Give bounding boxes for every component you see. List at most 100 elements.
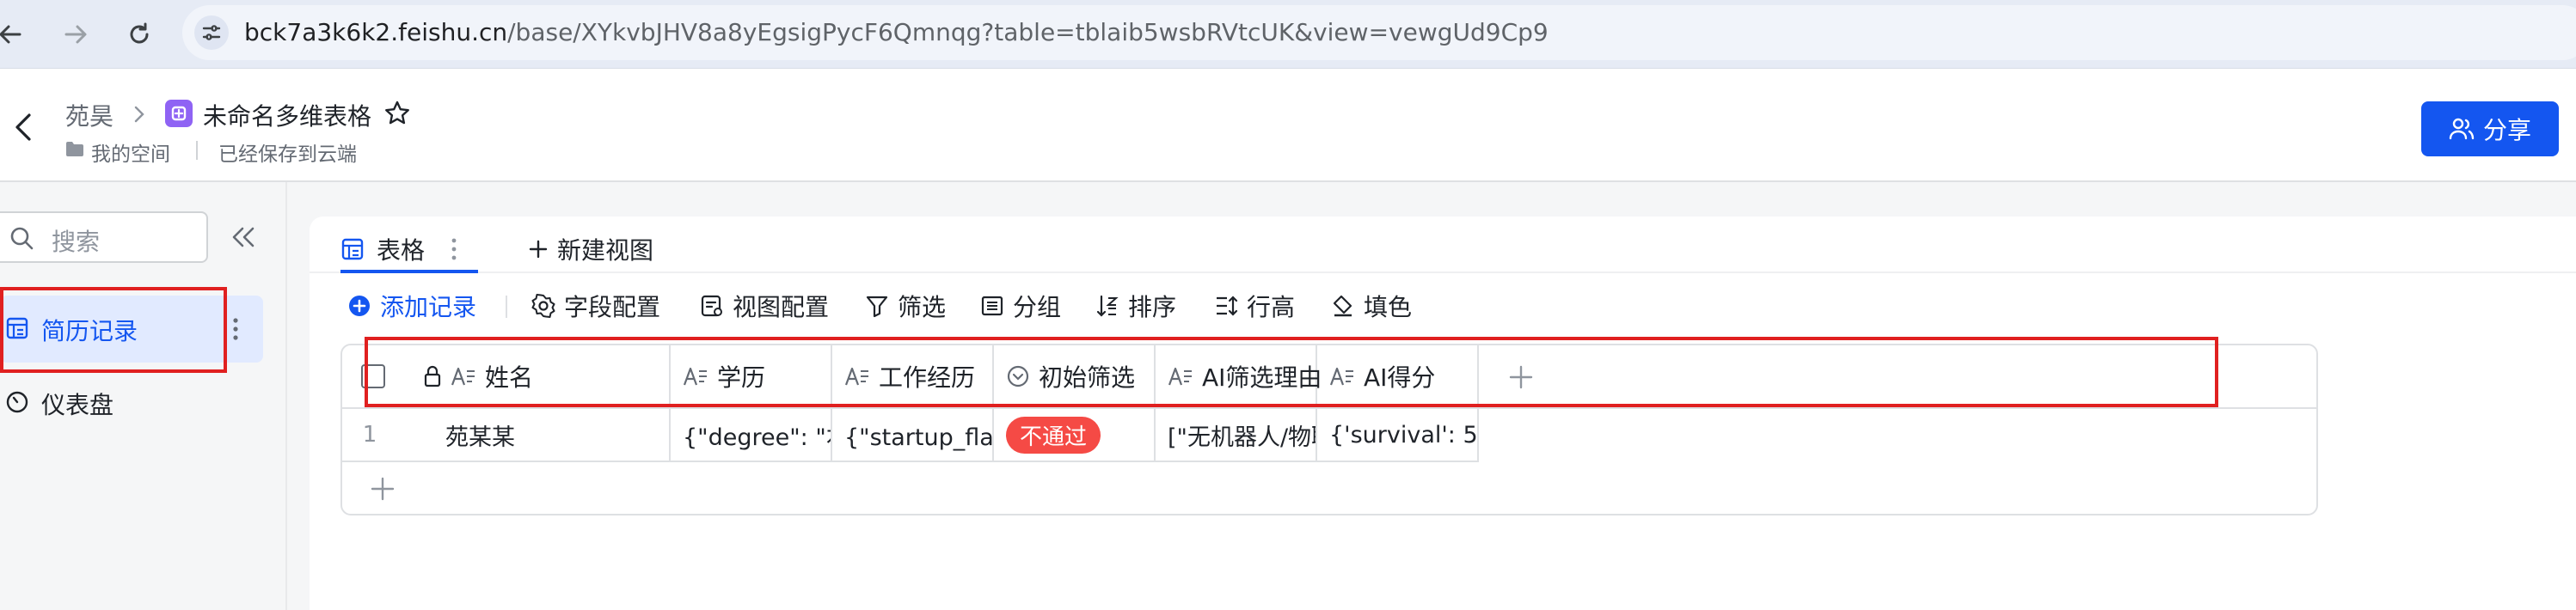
view-config-button[interactable]: 视图配置 xyxy=(700,289,829,323)
search-input[interactable]: 搜索 xyxy=(0,211,208,263)
breadcrumb-chevron-icon xyxy=(132,105,146,124)
text-field-icon xyxy=(844,366,870,387)
new-view-label: 新建视图 xyxy=(557,236,654,265)
divider xyxy=(196,141,198,160)
sort-label: 排序 xyxy=(1128,293,1177,321)
site-settings-icon[interactable] xyxy=(194,15,229,50)
reload-icon[interactable] xyxy=(120,15,158,53)
star-icon[interactable] xyxy=(383,100,411,127)
grid-view-icon xyxy=(340,237,365,261)
field-config-button[interactable]: 字段配置 xyxy=(531,289,660,323)
sidebar-item-resume[interactable]: 简历记录 xyxy=(0,296,263,363)
group-label: 分组 xyxy=(1013,293,1062,321)
doc-header: 苑昊 未命名多维表格 我的空间 已经保存到云端 分享 xyxy=(0,69,2576,182)
header-filler xyxy=(1479,345,2316,409)
doc-location[interactable]: 我的空间 xyxy=(91,137,170,167)
bitable-icon xyxy=(165,100,193,127)
select-all-checkbox[interactable] xyxy=(361,364,385,388)
save-status: 已经保存到云端 xyxy=(218,143,357,166)
add-row-icon[interactable] xyxy=(370,476,396,502)
more-options-icon[interactable] xyxy=(451,236,457,262)
plus-icon xyxy=(528,239,549,259)
add-record-label: 添加记录 xyxy=(380,293,477,321)
gear-icon xyxy=(531,294,555,318)
tab-table[interactable]: 表格 xyxy=(340,223,457,275)
single-select-icon xyxy=(1006,364,1030,388)
row-index: 1 xyxy=(362,422,377,448)
data-grid: 姓名 学历 工作经历 初始筛选 AI筛选理由 AI得分 1 苑某某 {"degr… xyxy=(340,344,2318,515)
back-arrow-icon[interactable] xyxy=(0,15,29,53)
table-row[interactable]: 1 苑某某 xyxy=(342,409,671,462)
cell-education[interactable]: {"degree": "本科", "maj... xyxy=(671,409,832,462)
column-header-ai-reason[interactable]: AI筛选理由 xyxy=(1156,345,1322,409)
back-chevron-icon[interactable] xyxy=(12,112,34,143)
column-header-name[interactable]: 姓名 xyxy=(342,345,671,409)
group-icon xyxy=(980,294,1004,318)
tab-label: 表格 xyxy=(377,236,426,265)
column-header-ai-score[interactable]: AI得分 xyxy=(1317,345,1479,409)
url-text: bck7a3k6k2.feishu.cn/base/XYkvbJHV8a8yEg… xyxy=(244,18,1549,46)
filter-label: 筛选 xyxy=(898,293,947,321)
paint-bucket-icon xyxy=(1331,294,1355,318)
sort-icon xyxy=(1095,294,1119,318)
share-label: 分享 xyxy=(2482,116,2531,144)
breadcrumb-parent[interactable]: 苑昊 xyxy=(65,98,113,132)
text-field-icon xyxy=(1329,366,1355,387)
fill-color-button[interactable]: 填色 xyxy=(1331,289,1412,323)
row-height-button[interactable]: 行高 xyxy=(1214,289,1295,323)
toolbar-divider xyxy=(506,296,507,318)
more-options-icon[interactable] xyxy=(232,316,239,342)
column-header-education[interactable]: 学历 xyxy=(671,345,832,409)
sort-button[interactable]: 排序 xyxy=(1095,289,1176,323)
forward-arrow-icon[interactable] xyxy=(57,15,95,53)
row-height-icon xyxy=(1214,294,1238,318)
filter-icon xyxy=(865,294,889,318)
table-card: 表格 新建视图 添加记录 字段配置 视图配置 筛选 分组 排序 行高 填色 姓名… xyxy=(310,217,2576,610)
column-label: 学历 xyxy=(717,363,766,392)
folder-icon xyxy=(65,141,84,158)
collapse-sidebar-icon[interactable] xyxy=(230,225,256,249)
text-field-icon xyxy=(1168,366,1193,387)
new-view-button[interactable]: 新建视图 xyxy=(528,223,653,275)
sidebar-item-label: 简历记录 xyxy=(41,317,138,345)
status-tag: 不通过 xyxy=(1006,416,1101,454)
column-label: 工作经历 xyxy=(879,363,976,392)
doc-title[interactable]: 未命名多维表格 xyxy=(203,98,371,132)
active-tab-indicator xyxy=(340,270,478,273)
field-config-label: 字段配置 xyxy=(564,293,661,321)
table-icon xyxy=(5,316,29,340)
cell-name[interactable]: 苑某某 xyxy=(445,418,515,452)
group-button[interactable]: 分组 xyxy=(980,289,1061,323)
sidebar: 搜索 简历记录 仪表盘 xyxy=(0,182,287,610)
dashboard-icon xyxy=(5,390,29,414)
search-placeholder: 搜索 xyxy=(52,228,101,256)
filter-button[interactable]: 筛选 xyxy=(865,289,946,323)
column-label: 初始筛选 xyxy=(1039,363,1136,392)
text-field-icon xyxy=(451,366,476,387)
view-settings-icon xyxy=(700,294,724,318)
sidebar-item-label: 仪表盘 xyxy=(41,391,114,419)
view-config-label: 视图配置 xyxy=(733,293,830,321)
address-bar[interactable]: bck7a3k6k2.feishu.cn/base/XYkvbJHV8a8yEg… xyxy=(182,5,2576,60)
column-label: AI筛选理由 xyxy=(1202,363,1322,392)
text-field-icon xyxy=(683,366,708,387)
sidebar-item-dashboard[interactable]: 仪表盘 xyxy=(0,376,263,428)
column-header-initial-screening[interactable]: 初始筛选 xyxy=(994,345,1156,409)
cell-initial-screening[interactable]: 不通过 xyxy=(994,409,1156,462)
column-label: 姓名 xyxy=(485,363,534,392)
share-button[interactable]: 分享 xyxy=(2421,101,2559,156)
fill-color-label: 填色 xyxy=(1364,293,1413,321)
browser-toolbar: bck7a3k6k2.feishu.cn/base/XYkvbJHV8a8yEg… xyxy=(0,0,2576,69)
search-icon xyxy=(9,225,34,251)
cell-ai-reason[interactable]: ["无机器人/物联网/智能... xyxy=(1156,409,1317,462)
add-record-button[interactable]: 添加记录 xyxy=(347,289,476,323)
row-height-label: 行高 xyxy=(1247,293,1296,321)
column-label: AI得分 xyxy=(1364,363,1436,392)
add-circle-icon xyxy=(347,294,371,318)
lock-icon xyxy=(423,365,442,387)
column-header-experience[interactable]: 工作经历 xyxy=(832,345,994,409)
share-users-icon xyxy=(2449,117,2475,141)
add-field-icon[interactable] xyxy=(1508,364,1534,390)
cell-ai-score[interactable]: {'survival': 58, 'potentia... xyxy=(1317,409,1479,462)
cell-experience[interactable]: {"startup_flag": "北京... xyxy=(832,409,994,462)
